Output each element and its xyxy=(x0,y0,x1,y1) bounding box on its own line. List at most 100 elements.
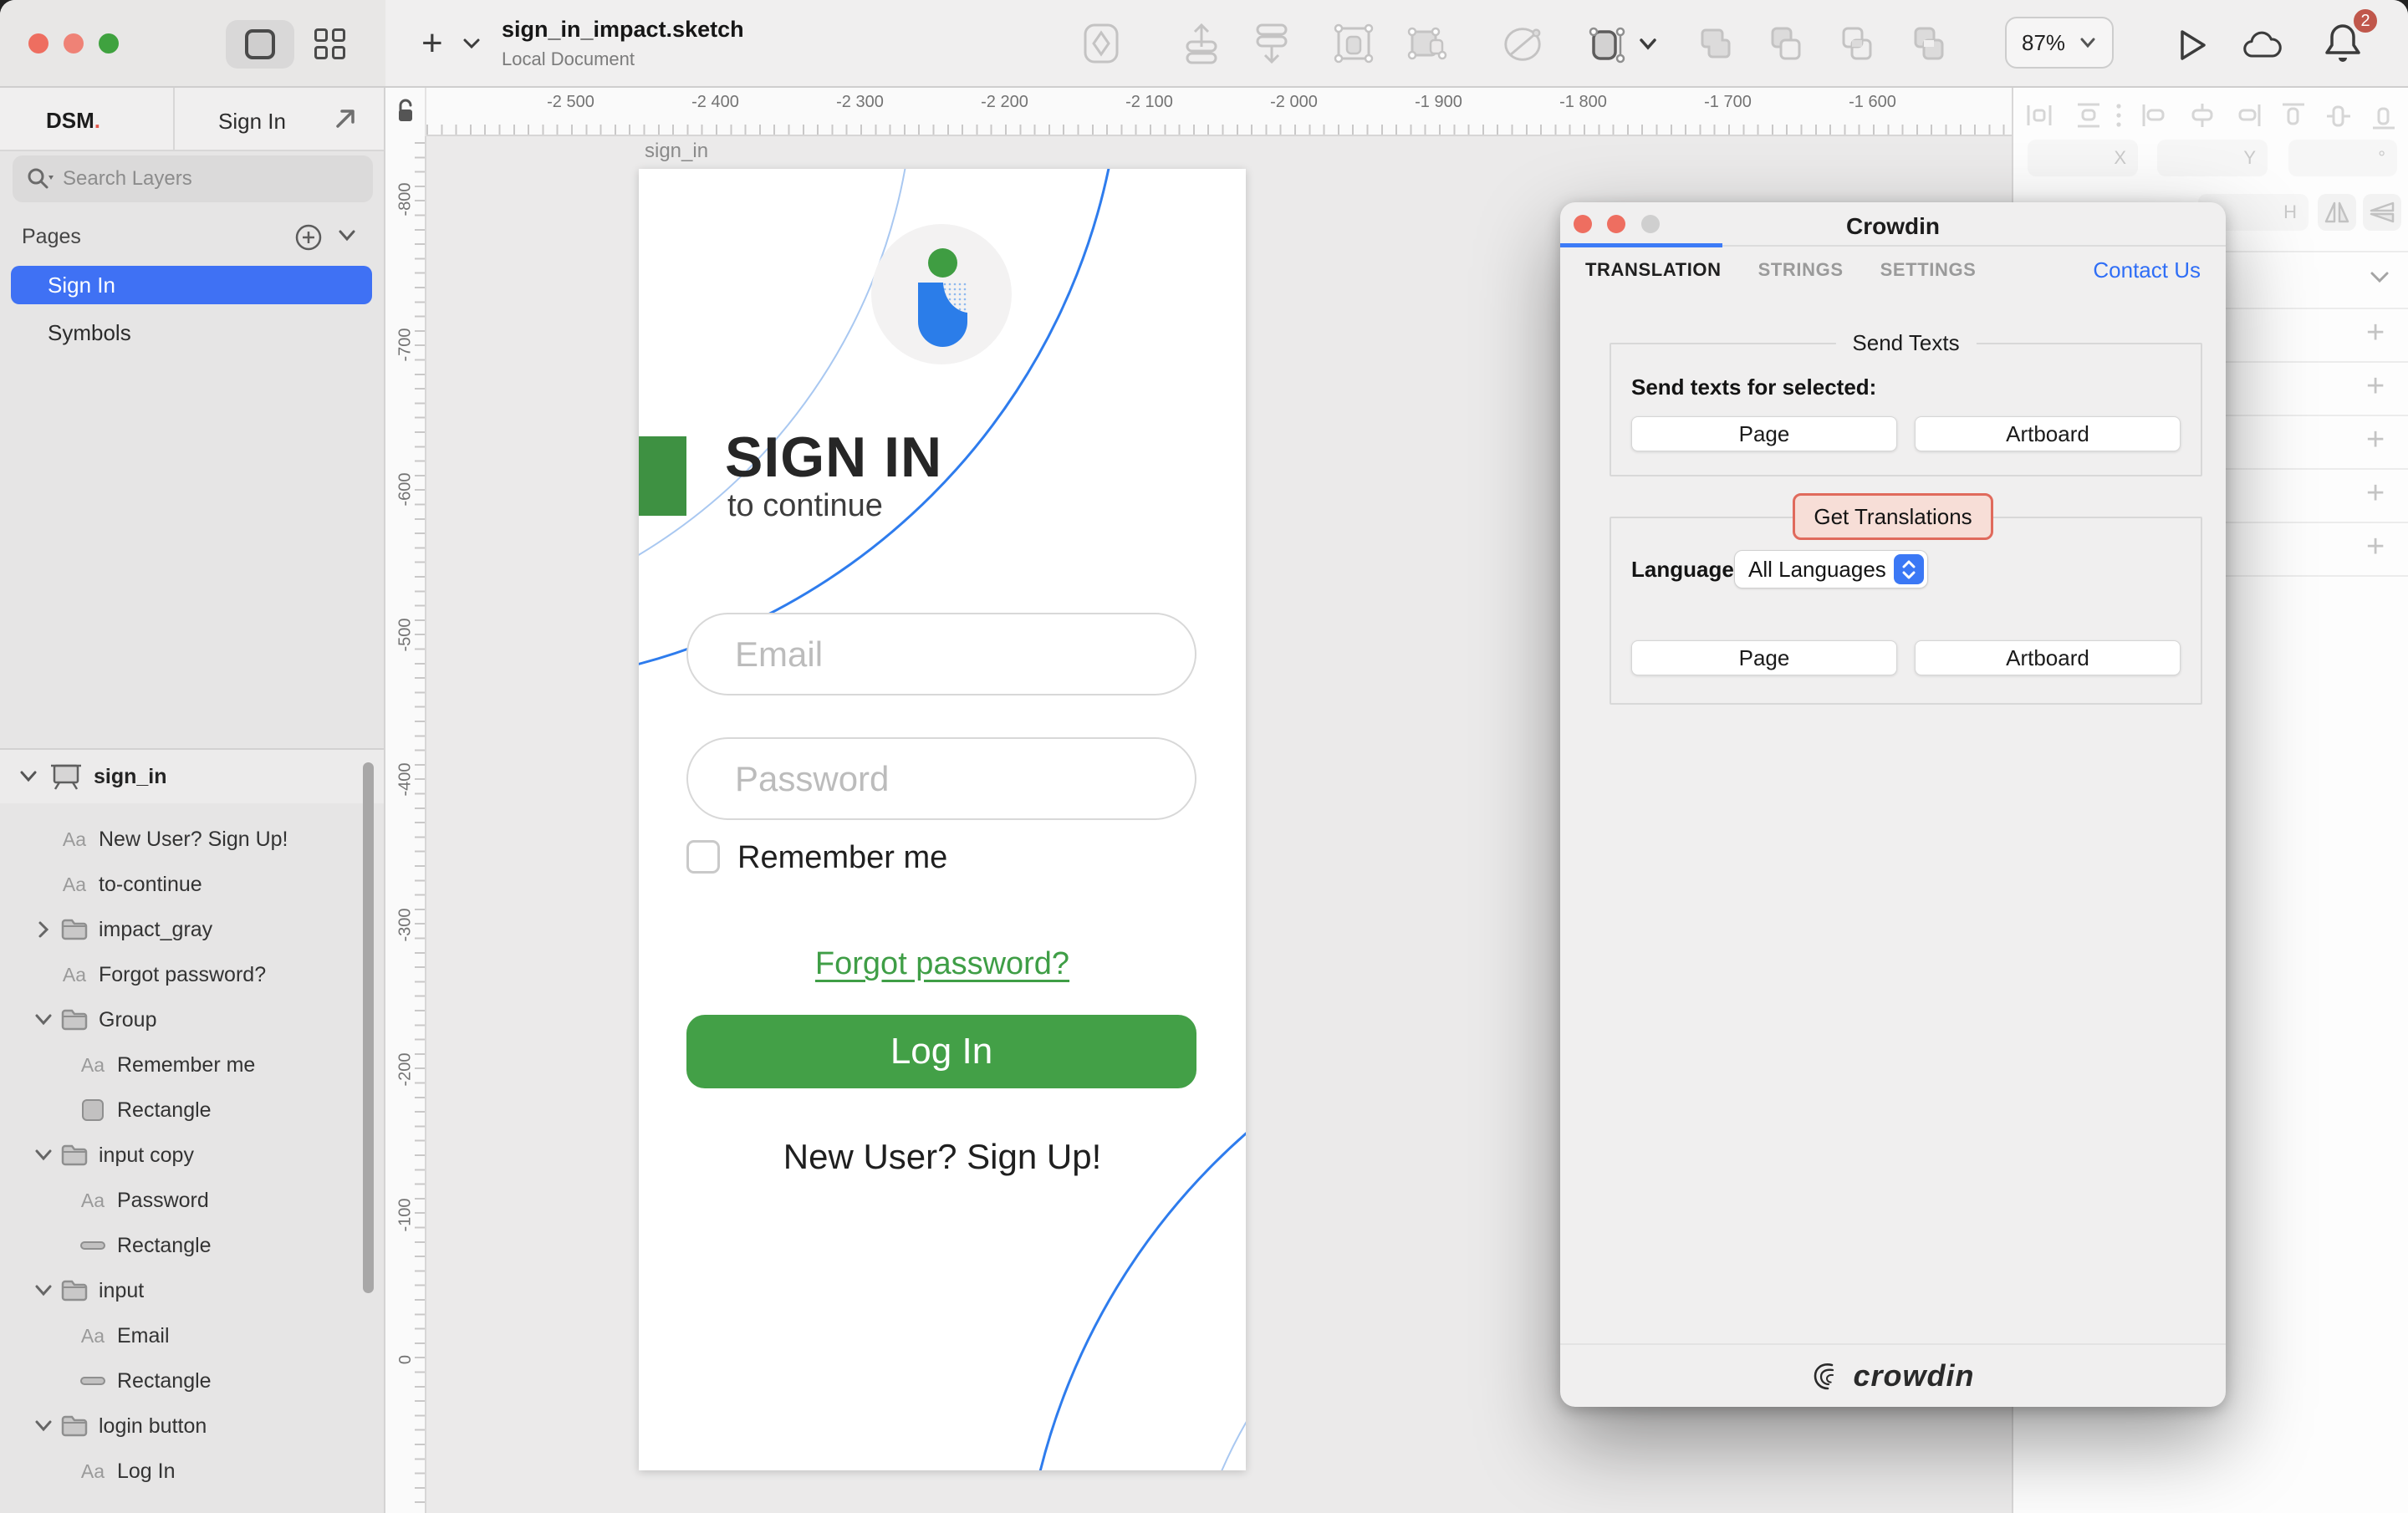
zoom-level-dropdown[interactable]: 87% xyxy=(2005,17,2114,69)
log-in-button[interactable]: Log In xyxy=(686,1015,1196,1088)
preview-play-button[interactable] xyxy=(2171,23,2214,67)
frame-tool-chevron-icon[interactable] xyxy=(1637,37,1659,52)
get-artboard-button[interactable]: Artboard xyxy=(1915,640,2181,675)
more-options-icon[interactable] xyxy=(2115,101,2122,130)
align-top-icon[interactable] xyxy=(2279,101,2308,131)
layer-artboard-row[interactable]: sign_in xyxy=(0,750,384,803)
layer-row[interactable]: Aa input copy xyxy=(0,1133,384,1178)
layer-row[interactable]: Aa Rectangle xyxy=(0,1223,384,1268)
boolean-difference-icon[interactable] xyxy=(1907,22,1951,65)
canvas-view-toggle[interactable] xyxy=(226,20,294,69)
remember-me-checkbox[interactable] xyxy=(686,840,720,874)
add-style-icon[interactable]: + xyxy=(2366,422,2385,458)
insert-plus-button[interactable]: + xyxy=(421,25,443,62)
zoom-traffic-light[interactable] xyxy=(99,33,119,53)
layers-scrollbar[interactable] xyxy=(363,762,374,1293)
chevron-down-icon[interactable] xyxy=(32,1013,55,1026)
get-page-button[interactable]: Page xyxy=(1631,640,1897,675)
align-left-icon[interactable] xyxy=(2140,101,2171,130)
layer-row[interactable]: Aa Rectangle xyxy=(0,1358,384,1403)
forgot-password-link[interactable]: Forgot password? xyxy=(639,946,1246,982)
y-position-field[interactable]: Y xyxy=(2157,140,2268,176)
x-position-field[interactable]: X xyxy=(2028,140,2138,176)
boolean-intersect-icon[interactable] xyxy=(1835,22,1879,65)
insert-symbol-icon[interactable] xyxy=(1079,22,1123,65)
layer-row[interactable]: Aa Forgot password? xyxy=(0,952,384,997)
add-page-icon[interactable] xyxy=(294,223,323,252)
lock-icon[interactable] xyxy=(395,98,416,126)
chevron-down-icon[interactable] xyxy=(32,1419,55,1433)
chevron-down-icon[interactable] xyxy=(32,1149,55,1162)
flip-horizontal-button[interactable] xyxy=(2318,194,2356,231)
layer-row[interactable]: Aa Remember me xyxy=(0,1042,384,1088)
chevron-right-icon[interactable] xyxy=(32,920,55,940)
artboard[interactable]: SIGN IN to continue Email Password Remem… xyxy=(639,169,1246,1470)
email-field[interactable]: Email xyxy=(686,613,1196,695)
add-style-icon[interactable]: + xyxy=(2366,529,2385,565)
chevron-down-icon[interactable] xyxy=(18,770,38,783)
layer-row[interactable]: Aa login button xyxy=(0,1403,384,1449)
tab-settings[interactable]: SETTINGS xyxy=(1880,259,1977,281)
tab-strings[interactable]: STRINGS xyxy=(1758,259,1844,281)
crowdin-logo-icon xyxy=(1811,1359,1844,1393)
chevron-down-icon[interactable] xyxy=(32,1284,55,1297)
layer-name: Forgot password? xyxy=(99,963,266,987)
tab-document[interactable]: Sign In xyxy=(218,109,286,135)
active-tab-indicator xyxy=(1560,243,1722,247)
ruler-corner[interactable] xyxy=(385,88,426,136)
align-bottom-icon[interactable] xyxy=(2370,101,2398,131)
layer-row[interactable]: Aa Password xyxy=(0,1178,384,1223)
layer-row[interactable]: Aa impact_gray xyxy=(0,907,384,952)
pages-collapse-chevron-icon[interactable] xyxy=(336,228,358,243)
layer-row[interactable]: Aa New User? Sign Up! xyxy=(0,817,384,862)
add-style-icon[interactable]: + xyxy=(2366,315,2385,351)
tab-dsm[interactable]: DSM. xyxy=(46,108,100,134)
cloud-sync-button[interactable] xyxy=(2241,23,2284,67)
distribute-vertical-icon[interactable] xyxy=(2074,101,2104,130)
add-style-icon[interactable]: + xyxy=(2366,369,2385,405)
contact-us-link[interactable]: Contact Us xyxy=(2093,257,2201,283)
group-icon[interactable] xyxy=(1332,22,1375,65)
grid-view-toggle[interactable] xyxy=(314,28,346,60)
minimize-traffic-light[interactable] xyxy=(64,33,84,53)
sidebar-page-sign-in[interactable]: Sign In xyxy=(11,266,372,304)
popout-arrow-icon[interactable] xyxy=(333,106,358,131)
layer-row[interactable]: Aa Rectangle xyxy=(0,1088,384,1133)
rotate-icon[interactable] xyxy=(1501,22,1544,65)
layer-row[interactable]: Aa input xyxy=(0,1268,384,1313)
search-layers-field[interactable] xyxy=(13,155,373,202)
artboard-canvas-label[interactable]: sign_in xyxy=(645,140,708,163)
sidebar-page-symbols[interactable]: Symbols xyxy=(11,313,372,352)
zoom-chevron-icon xyxy=(2079,37,2097,48)
align-right-icon[interactable] xyxy=(2232,101,2263,130)
pages-header: Pages xyxy=(0,222,385,255)
frame-tool-icon[interactable] xyxy=(1585,22,1629,65)
search-input[interactable] xyxy=(63,167,339,191)
rotation-field[interactable]: ° xyxy=(2288,140,2397,176)
tab-translation[interactable]: TRANSLATION xyxy=(1585,259,1722,281)
align-middle-icon[interactable] xyxy=(2324,101,2353,131)
layer-name: to-continue xyxy=(99,873,202,897)
send-artboard-button[interactable]: Artboard xyxy=(1915,416,2181,451)
distribute-horizontal-icon[interactable] xyxy=(2025,101,2053,130)
layer-row[interactable]: Aa Group xyxy=(0,997,384,1042)
align-center-horizontal-icon[interactable] xyxy=(2187,101,2217,130)
section-collapse-chevron-icon[interactable] xyxy=(2368,270,2391,285)
send-backward-icon[interactable] xyxy=(1250,22,1293,65)
bring-forward-icon[interactable] xyxy=(1180,22,1223,65)
flip-vertical-button[interactable] xyxy=(2363,194,2401,231)
close-traffic-light[interactable] xyxy=(28,33,48,53)
layer-row[interactable]: Aa to-continue xyxy=(0,862,384,907)
ruler-tick-label: 0 xyxy=(396,1355,416,1364)
send-page-button[interactable]: Page xyxy=(1631,416,1897,451)
ungroup-icon[interactable] xyxy=(1406,22,1449,65)
language-select[interactable]: All Languages xyxy=(1734,550,1928,588)
insert-chevron-icon[interactable] xyxy=(462,37,482,50)
boolean-union-icon[interactable] xyxy=(1696,22,1739,65)
password-field[interactable]: Password xyxy=(686,737,1196,820)
get-translations-button[interactable]: Get Translations xyxy=(1793,493,1993,540)
boolean-subtract-icon[interactable] xyxy=(1764,22,1808,65)
add-style-icon[interactable]: + xyxy=(2366,476,2385,512)
layer-row[interactable]: Aa Email xyxy=(0,1313,384,1358)
layer-row[interactable]: Aa Log In xyxy=(0,1449,384,1494)
